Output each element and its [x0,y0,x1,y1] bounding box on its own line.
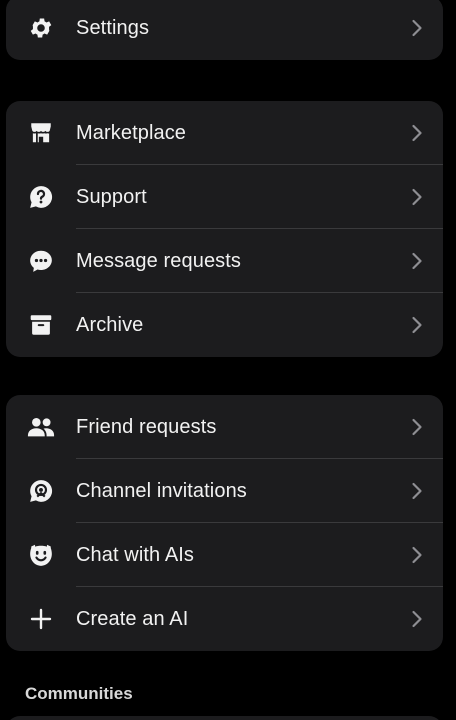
message-requests-label: Message requests [76,249,242,272]
chevron-right-icon [412,19,422,37]
menu-screen: Settings Marketplace Support Message req… [0,0,456,720]
chevron-right-icon [412,610,422,628]
social-group: Friend requests Channel invitations Chat… [6,395,443,651]
gear-icon [27,14,55,42]
chat-with-ais-label: Chat with AIs [76,543,195,566]
marketplace-row[interactable]: Marketplace [6,101,443,165]
plus-icon [27,605,55,633]
help-bubble-icon [27,183,55,211]
support-row[interactable]: Support [6,165,443,229]
chat-bubble-icon [27,247,55,275]
chevron-right-icon [412,482,422,500]
archive-box-icon [27,311,55,339]
chevron-right-icon [412,252,422,270]
settings-label: Settings [76,16,150,39]
ai-face-icon [27,541,55,569]
channel-invitations-label: Channel invitations [76,479,247,502]
chevron-right-icon [412,316,422,334]
message-requests-row[interactable]: Message requests [6,229,443,293]
chevron-right-icon [412,124,422,142]
channel-icon [27,477,55,505]
chevron-right-icon [412,418,422,436]
tools-group: Marketplace Support Message requests Arc… [6,101,443,357]
chevron-right-icon [412,188,422,206]
people-icon [27,413,55,441]
create-an-ai-label: Create an AI [76,607,189,630]
friend-requests-row[interactable]: Friend requests [6,395,443,459]
marketplace-label: Marketplace [76,121,187,144]
communities-card [6,716,443,720]
support-label: Support [76,185,147,208]
chat-with-ais-row[interactable]: Chat with AIs [6,523,443,587]
archive-row[interactable]: Archive [6,293,443,357]
storefront-icon [27,119,55,147]
archive-label: Archive [76,313,144,336]
channel-invitations-row[interactable]: Channel invitations [6,459,443,523]
create-an-ai-row[interactable]: Create an AI [6,587,443,651]
friend-requests-label: Friend requests [76,415,217,438]
chevron-right-icon [412,546,422,564]
settings-group: Settings [6,0,443,60]
settings-row[interactable]: Settings [6,0,443,60]
communities-header: Communities [25,684,133,703]
